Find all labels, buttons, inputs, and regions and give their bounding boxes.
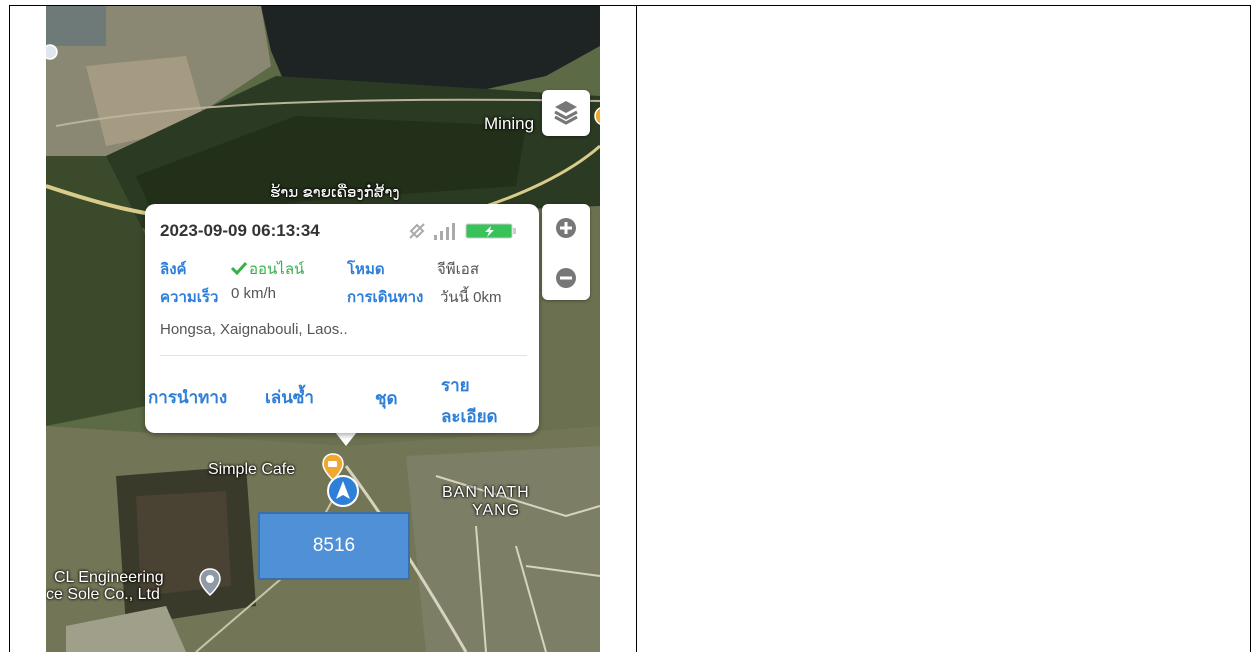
signal-icon [432,221,456,241]
map-label-company-2: ce Sole Co., Ltd [46,586,160,603]
link-label: ลิงค์ [160,261,187,278]
navigate-button[interactable]: การนำทาง [148,384,227,411]
mode-value: จีพีเอส [437,261,479,278]
zoom-in-icon [556,218,576,238]
set-button[interactable]: ชุด [375,385,398,412]
device-info-popup: 2023-09-09 06:13:34 ลิงค์ ออนไลน์ โหมด จ… [145,204,539,433]
map-label-village: BAN NATH [442,484,530,501]
map-label-village-2: YANG [472,502,521,519]
zoom-out-icon [556,268,576,288]
zoom-in-button[interactable] [542,204,590,252]
navigation-arrow-icon[interactable] [327,475,359,507]
check-icon [230,261,248,276]
speed-value: 0 km/h [231,285,277,302]
gps-off-icon [407,221,427,241]
trip-label: การเดินทาง [347,289,424,306]
map-label-mining: Mining [484,114,535,133]
detail-label-line1: ราย [441,376,470,395]
detail-button[interactable]: ราย ละเอียด [441,372,511,430]
speed-label: ความเร็ว [160,289,219,306]
zoom-out-button[interactable] [542,252,590,300]
table-divider [636,5,637,652]
map-label-shop: ຮ້ານ ຂາຍເຄື່ອງກໍ່ສ້າງ [270,184,400,201]
map-label-cafe: Simple Cafe [208,461,296,478]
address-text: Hongsa, Xaignabouli, Laos.. [160,321,348,338]
popup-tail [335,432,357,446]
mode-label: โหมด [347,261,385,278]
link-value: ออนไลน์ [249,261,305,278]
replay-button[interactable]: เล่นซ้ำ [265,384,314,411]
popup-separator [160,355,527,356]
map-label-company: CL Engineering [54,569,164,586]
trip-value: วันนี้ 0km [440,289,502,306]
map-edge-pin-icon[interactable] [46,44,58,68]
orange-poi-icon[interactable] [594,106,600,128]
layers-icon [554,101,578,125]
device-id-box: 8516 [258,512,410,580]
location-pin-icon[interactable] [199,568,221,597]
layers-button[interactable] [542,90,590,136]
detail-label-line2: ละเอียด [441,407,498,426]
timestamp: 2023-09-09 06:13:34 [160,221,320,240]
battery-charging-icon [465,222,521,240]
zoom-control [542,204,590,300]
